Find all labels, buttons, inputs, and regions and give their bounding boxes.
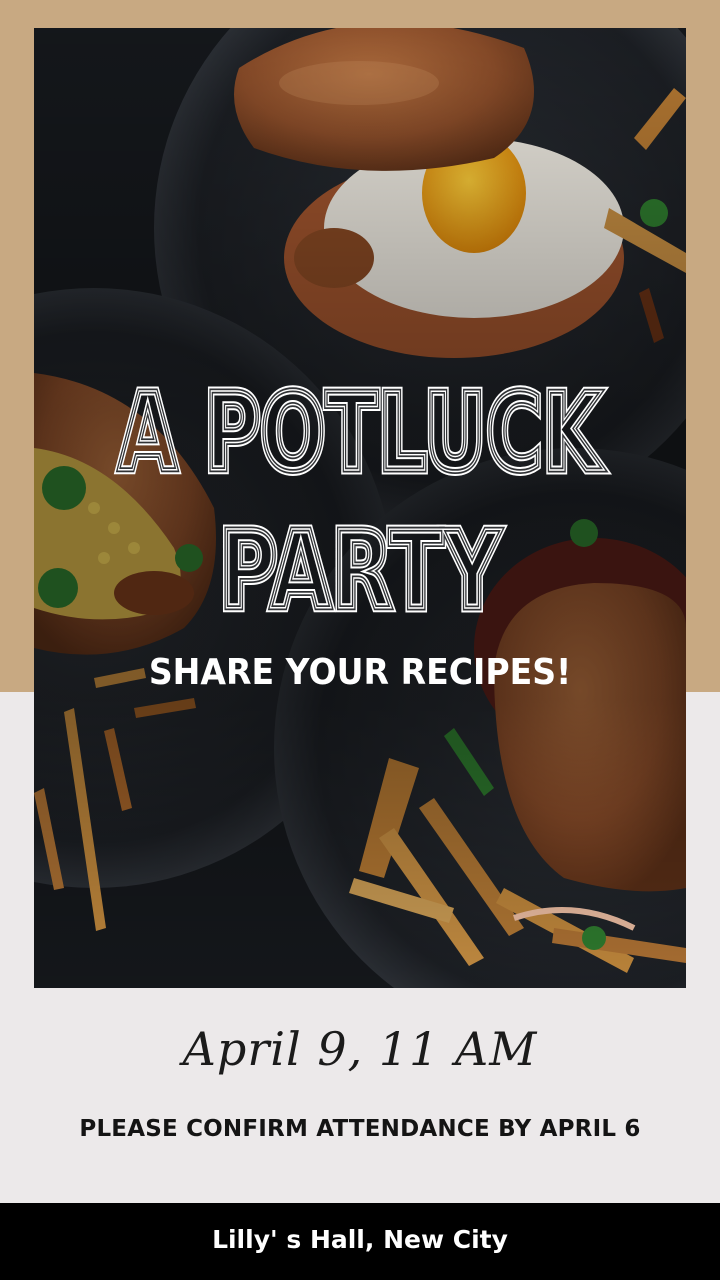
headline-line-2-inner: PARTY [219,509,502,634]
headline-line-1-inner: A POTLUCK [118,371,604,496]
headline: A POTLUCK A POTLUCK A POTLUCK PARTY PART… [114,367,609,639]
event-date-time: April 9, 11 AM [182,1022,538,1076]
rsvp-note: PLEASE CONFIRM ATTENDANCE BY APRIL 6 [79,1116,641,1142]
venue-location: Lilly' s Hall, New City [212,1225,508,1254]
footer-bar: Lilly' s Hall, New City [0,1203,720,1280]
tagline: SHARE YOUR RECIPES! [148,652,572,693]
